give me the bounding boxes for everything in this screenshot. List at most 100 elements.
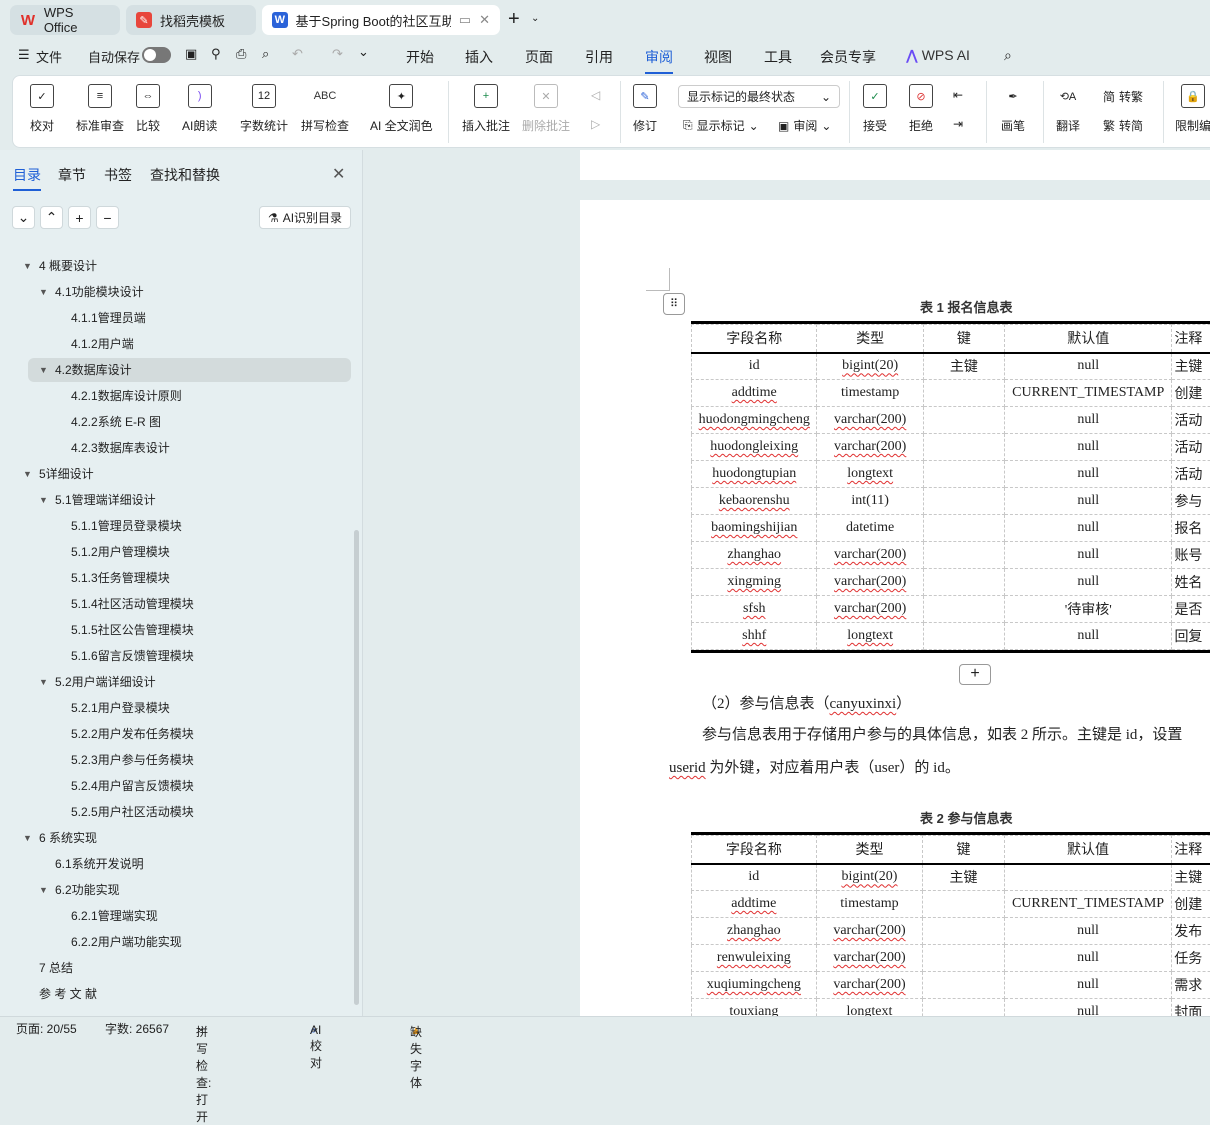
- next-comment-icon[interactable]: ▷: [591, 117, 600, 131]
- spell-check-button[interactable]: ABC拼写检查: [301, 84, 349, 134]
- hamburger-icon[interactable]: ☰: [18, 47, 30, 63]
- table-cell[interactable]: 是否: [1172, 596, 1210, 623]
- toc-item[interactable]: 5.2.1用户登录模块: [28, 696, 351, 720]
- table-cell[interactable]: 发布: [1172, 918, 1210, 945]
- ai-toc-button[interactable]: ⚗AI识别目录: [259, 206, 351, 229]
- autosave-toggle[interactable]: [142, 47, 171, 63]
- table-cell[interactable]: null: [1005, 434, 1172, 461]
- tab-docer[interactable]: ✎ 找稻壳模板: [126, 5, 256, 35]
- table-cell[interactable]: 创建: [1172, 380, 1210, 407]
- toc-item[interactable]: ▼4.1功能模块设计: [28, 280, 351, 304]
- table-cell[interactable]: [923, 972, 1005, 999]
- search-icon[interactable]: ⌕: [1004, 47, 1012, 64]
- demote-button[interactable]: −: [96, 206, 119, 229]
- table-cell[interactable]: [923, 891, 1005, 918]
- table-1[interactable]: 字段名称类型键默认值注释idbigint(20)主键null主键addtimet…: [691, 321, 1210, 653]
- ai-polish-button[interactable]: ✦AI 全文润色: [370, 84, 433, 134]
- toc-item[interactable]: 5.2.4用户留言反馈模块: [28, 774, 351, 798]
- table-cell[interactable]: timestamp: [816, 891, 923, 918]
- table-cell[interactable]: null: [1005, 623, 1172, 650]
- table-cell[interactable]: 活动: [1172, 434, 1210, 461]
- table-2[interactable]: 字段名称类型键默认值注释idbigint(20)主键主键addtimetimes…: [691, 832, 1210, 1016]
- page-indicator[interactable]: 页面: 20/55: [16, 1020, 77, 1037]
- table-cell[interactable]: 账号: [1172, 542, 1210, 569]
- prev-change-icon[interactable]: ⇤: [953, 88, 963, 102]
- table-cell[interactable]: id: [692, 353, 817, 380]
- format-painter-icon[interactable]: ⚲: [211, 46, 221, 62]
- restrict-editing-button[interactable]: 🔒限制编: [1175, 84, 1210, 134]
- menu-tools[interactable]: 工具: [764, 47, 792, 67]
- ai-check-status[interactable]: ⌕ AI 校对 ⌄: [310, 1020, 320, 1034]
- tab-chapters[interactable]: 章节: [58, 165, 86, 185]
- spell-check-status[interactable]: 拼写检查: 打开 ⌄: [196, 1020, 206, 1034]
- menu-start[interactable]: 开始: [406, 47, 434, 67]
- toc-item[interactable]: ▼6.2功能实现: [28, 878, 351, 902]
- toc-item[interactable]: 4.1.2用户端: [28, 332, 351, 356]
- table-cell[interactable]: id: [692, 864, 817, 891]
- file-menu[interactable]: 文件: [36, 47, 62, 66]
- table-cell[interactable]: datetime: [817, 515, 923, 542]
- expand-triangle-icon[interactable]: ▼: [23, 826, 32, 850]
- expand-triangle-icon[interactable]: ▼: [39, 670, 48, 694]
- table-cell[interactable]: 主键: [923, 353, 1004, 380]
- word-count[interactable]: 字数: 26567: [105, 1020, 169, 1037]
- toc-item[interactable]: 5.1.5社区公告管理模块: [28, 618, 351, 642]
- close-tab-icon[interactable]: ✕: [479, 12, 490, 28]
- tab-wps-office[interactable]: W WPS Office: [10, 5, 120, 35]
- table-cell[interactable]: 姓名: [1172, 569, 1210, 596]
- toc-item[interactable]: 5.2.3用户参与任务模块: [28, 748, 351, 772]
- toc-item[interactable]: 5.1.3任务管理模块: [28, 566, 351, 590]
- to-traditional-button[interactable]: 简转繁: [1103, 88, 1143, 105]
- standard-review-button[interactable]: ≡标准审查: [76, 84, 124, 134]
- tab-toc[interactable]: 目录: [13, 165, 41, 185]
- more-chevron-icon[interactable]: ⌄: [358, 44, 369, 60]
- monitor-icon[interactable]: ▭: [459, 12, 471, 28]
- tab-document[interactable]: W 基于Spring Boot的社区互助 ▭ ✕: [262, 5, 500, 35]
- table-cell[interactable]: 报名: [1172, 515, 1210, 542]
- wps-ai-menu[interactable]: ⋀ WPS AI: [906, 47, 970, 64]
- table-cell[interactable]: null: [1004, 918, 1171, 945]
- table-cell[interactable]: [923, 945, 1005, 972]
- table-cell[interactable]: null: [1005, 569, 1172, 596]
- word-count-button[interactable]: 12字数统计: [240, 84, 288, 134]
- table-cell[interactable]: huodongleixing: [692, 434, 817, 461]
- toc-item[interactable]: 参 考 文 献: [28, 982, 351, 1006]
- expand-triangle-icon[interactable]: ▼: [39, 488, 48, 512]
- table-cell[interactable]: varchar(200): [816, 945, 923, 972]
- prev-comment-icon[interactable]: ◁: [591, 88, 600, 102]
- toc-item[interactable]: 6.2.1管理端实现: [28, 904, 351, 928]
- expand-triangle-icon[interactable]: ▼: [23, 462, 32, 486]
- table-cell[interactable]: huodongtupian: [692, 461, 817, 488]
- toc-item[interactable]: 6.2.2用户端功能实现: [28, 930, 351, 954]
- markup-display-select[interactable]: 显示标记的最终状态⌄: [678, 85, 840, 108]
- table-cell[interactable]: null: [1005, 353, 1172, 380]
- table-cell[interactable]: int(11): [817, 488, 923, 515]
- table-cell[interactable]: 需求: [1172, 972, 1210, 999]
- table-cell[interactable]: 回复: [1172, 623, 1210, 650]
- table-cell[interactable]: [923, 542, 1004, 569]
- collapse-up-button[interactable]: ⌃: [40, 206, 63, 229]
- table-cell[interactable]: null: [1004, 945, 1171, 972]
- table-cell[interactable]: kebaorenshu: [692, 488, 817, 515]
- table-cell[interactable]: touxiang: [692, 999, 817, 1017]
- toc-item[interactable]: ▼4 概要设计: [28, 254, 351, 278]
- translate-button[interactable]: ⟲A翻译: [1056, 84, 1080, 134]
- table-cell[interactable]: [923, 999, 1005, 1017]
- menu-insert[interactable]: 插入: [465, 47, 493, 67]
- menu-review[interactable]: 审阅: [645, 47, 673, 67]
- toc-item[interactable]: ▼5.2用户端详细设计: [28, 670, 351, 694]
- table-cell[interactable]: [923, 488, 1004, 515]
- table-cell[interactable]: bigint(20): [817, 353, 923, 380]
- undo-icon[interactable]: ↶: [292, 46, 303, 62]
- table-cell[interactable]: varchar(200): [816, 972, 923, 999]
- toc-item[interactable]: 4.2.1数据库设计原则: [28, 384, 351, 408]
- toc-item[interactable]: 5.2.5用户社区活动模块: [28, 800, 351, 824]
- delete-comment-button[interactable]: ✕删除批注: [522, 84, 570, 134]
- table-cell[interactable]: 参与: [1172, 488, 1210, 515]
- table-cell[interactable]: [1004, 864, 1171, 891]
- add-row-button[interactable]: +: [959, 664, 991, 685]
- print-preview-icon[interactable]: ⌕: [262, 46, 269, 62]
- table-cell[interactable]: [923, 515, 1004, 542]
- table-cell[interactable]: CURRENT_TIMESTAMP: [1004, 891, 1171, 918]
- table-cell[interactable]: addtime: [692, 380, 817, 407]
